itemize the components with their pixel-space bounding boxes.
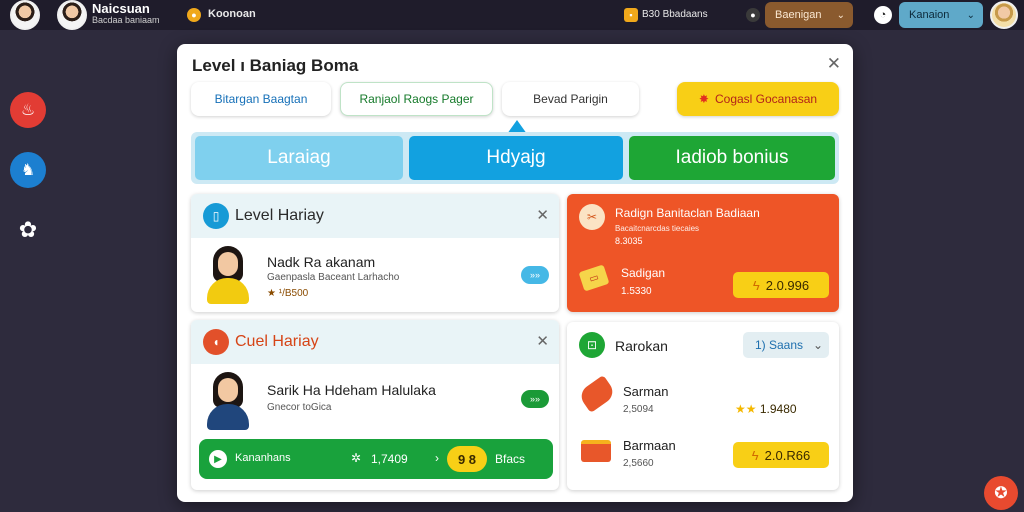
- bonus-claim-label: 2.0.996: [765, 277, 810, 293]
- user-avatar[interactable]: [990, 1, 1018, 29]
- tab-strip: Laraiag Hdyajg Iadiob bonius: [191, 132, 839, 184]
- ranking-card-title: Rarokan: [615, 338, 668, 354]
- opponent-name: Sarik Ha Hdeham Halulaka: [267, 382, 436, 398]
- bolt-icon: ϟ: [752, 277, 760, 293]
- ranking-item-name: Barmaan: [623, 438, 676, 453]
- app-label[interactable]: Koonoan: [208, 8, 256, 20]
- duel-card-header: ◖ Cuel Hariay: [191, 320, 559, 364]
- duel-bar-label: Kananhans: [235, 452, 291, 464]
- unicorn-icon[interactable]: ♞: [10, 152, 46, 188]
- bonus-card-title: Radign Banitaclan Badiaan: [615, 206, 760, 220]
- ranking-item-value: 2,5094: [623, 404, 654, 415]
- chevron-down-icon: ⌄: [966, 9, 975, 21]
- help-icon[interactable]: ✪: [984, 476, 1018, 510]
- bonus-item-value: 1.5330: [621, 286, 652, 297]
- fire-icon[interactable]: ♨: [10, 92, 46, 128]
- level-modal: Level ı Baniag Boma ✕ Bitargan Baagtan R…: [177, 44, 853, 502]
- level-card-header: ▯ Level Hariay: [191, 194, 559, 238]
- tab-bonus[interactable]: Iadiob bonius: [629, 136, 835, 180]
- user-name: Naicsuan: [92, 1, 150, 16]
- wallet-icon: ▪: [624, 8, 638, 22]
- ranking-card: ⊡ Rarokan 1) Saans ⌄ Sarman 2,5094 ★★ 1.…: [567, 322, 839, 490]
- arrow-icon: ›: [435, 451, 439, 465]
- ranking-icon: ⊡: [579, 332, 605, 358]
- player-rating: ★ ¹/B500: [267, 288, 309, 299]
- app-badge-icon: ●: [187, 8, 201, 22]
- pill-button-2[interactable]: Ranjaol Raogs Pager: [340, 82, 493, 116]
- player-avatar: [207, 246, 249, 304]
- profile-avatar[interactable]: [10, 0, 40, 30]
- account-dropdown[interactable]: Kanaion ⌄: [899, 2, 983, 28]
- duel-bar-badge: 9 8: [447, 446, 487, 472]
- chevron-down-icon: ⌄: [812, 338, 823, 352]
- top-bar: Naicsuan Bacdaa baniaam ● Koonoan ▪ B30 …: [0, 0, 1024, 30]
- duel-bar-value: 1,7409: [371, 452, 408, 466]
- ranking-item-rating: ★★ 1.9480: [735, 402, 797, 416]
- user-subtitle: Bacdaa baniaam: [92, 15, 160, 25]
- pill-button-1[interactable]: Bitargan Baagtan: [191, 82, 331, 116]
- close-icon[interactable]: ✕: [536, 206, 549, 224]
- cancel-bonus-label: Cogasl Gocanasan: [714, 92, 818, 106]
- star-icon: ✸: [698, 92, 709, 106]
- clock-icon[interactable]: ◔: [874, 6, 892, 24]
- bonus-icon: ✂: [579, 204, 605, 230]
- pill-button-3[interactable]: Bevad Parigin: [502, 82, 639, 116]
- bone-icon: [577, 374, 617, 414]
- ranking-item-value: 2,5660: [623, 458, 654, 469]
- friend-avatar[interactable]: [57, 0, 87, 30]
- play-icon: ▶: [209, 450, 227, 468]
- cancel-bonus-button[interactable]: ✸ Cogasl Gocanasan: [677, 82, 839, 116]
- star-icon: ★★: [735, 402, 757, 416]
- bonus-card: ✂ Radign Banitaclan Badiaan Bacaitcnarcd…: [567, 194, 839, 312]
- open-button[interactable]: »»: [521, 390, 549, 408]
- tab-hdyajg[interactable]: Hdyajg: [409, 136, 623, 180]
- modal-title: Level ı Baniag Boma: [192, 56, 359, 75]
- player-name: Nadk Ra akanam: [267, 254, 376, 270]
- opponent-avatar: [207, 372, 249, 430]
- bonus-card-subtitle: Bacaitcnarcdas tiecaies: [615, 224, 700, 233]
- community-icon[interactable]: ✿: [10, 212, 46, 248]
- ranking-filter-label: 1) Saans: [755, 338, 804, 352]
- duel-bar-right: Bfacs: [495, 452, 526, 466]
- bonus-amount-small: 8.3035: [615, 236, 643, 246]
- ranking-item-name: Sarman: [623, 384, 669, 399]
- tab-laraiag[interactable]: Laraiag: [195, 136, 403, 180]
- chevron-down-icon: ⌄: [836, 9, 845, 21]
- ranking-filter-dropdown[interactable]: 1) Saans ⌄: [743, 332, 829, 358]
- bonus-item-label: Sadigan: [621, 266, 666, 280]
- ranking-claim-button[interactable]: ϟ 2.0.R66: [733, 442, 829, 468]
- bolt-icon: ϟ: [751, 447, 759, 463]
- opponent-subtitle: Gnecor toGica: [267, 402, 332, 413]
- duel-action-bar[interactable]: ▶ Kananhans ✲ 1,7409 › 9 8 Bfacs: [199, 439, 553, 479]
- ranking-item-rating-value: 1.9480: [759, 402, 797, 416]
- treasure-icon: [581, 440, 611, 462]
- duel-icon: ◖: [203, 329, 229, 355]
- player-subtitle: Gaenpasla Baceant Larhacho: [267, 272, 400, 283]
- level-card-title: Level Hariay: [235, 207, 324, 224]
- ranking-claim-label: 2.0.R66: [764, 447, 811, 463]
- currency-text: B30 Bbadaans: [642, 9, 708, 20]
- currency-dropdown-label: Baenigan: [775, 9, 822, 21]
- level-card: ▯ Level Hariay ✕ Nadk Ra akanam Gaenpasl…: [191, 194, 559, 312]
- open-button[interactable]: »»: [521, 266, 549, 284]
- duel-card-title: Cuel Hariay: [235, 333, 319, 350]
- coin-icon: ●: [746, 8, 760, 22]
- close-icon[interactable]: ✕: [536, 332, 549, 350]
- level-icon: ▯: [203, 203, 229, 229]
- account-dropdown-label: Kanaion: [909, 9, 950, 21]
- close-icon[interactable]: ✕: [827, 54, 841, 74]
- currency-dropdown[interactable]: Baenigan ⌄: [765, 2, 853, 28]
- ticket-icon: ▭: [578, 264, 610, 292]
- bonus-claim-button[interactable]: ϟ 2.0.996: [733, 272, 829, 298]
- sparkle-icon: ✲: [351, 451, 362, 465]
